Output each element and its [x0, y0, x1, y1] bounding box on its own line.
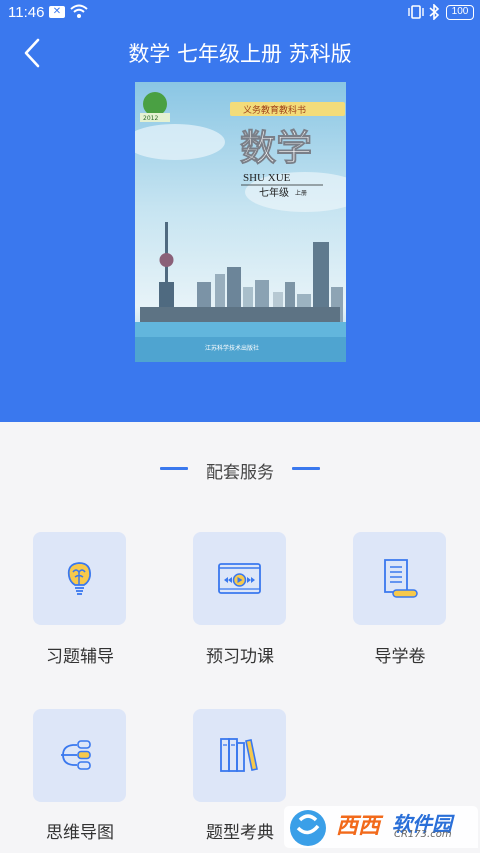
- bluetooth-icon: [429, 4, 440, 20]
- service-question-types-button[interactable]: [193, 709, 286, 802]
- status-bar: 11:46 ✕ 100: [0, 0, 480, 26]
- mind-map-icon: [61, 740, 91, 770]
- lightbulb-brain-icon: [67, 562, 91, 595]
- cover-grade: 七年级: [259, 186, 289, 199]
- video-player-icon: [218, 563, 261, 594]
- service-exercise-help-button[interactable]: [33, 532, 126, 625]
- book-cover-art: 义务教育教科书 2012 数学 SHU XUE 七年级 上册 江苏科学技术出版社: [135, 82, 346, 362]
- service-mind-map-button[interactable]: [33, 709, 126, 802]
- cover-logo-label: 2012: [143, 115, 158, 122]
- service-label: 导学卷: [374, 647, 426, 667]
- page-title: 数学 七年级上册 苏科版: [128, 42, 352, 66]
- header: 11:46 ✕ 100 数学 七年级上册 苏科版 义务教育教科书 2012 数学…: [0, 0, 480, 422]
- vibrate-icon: [408, 5, 424, 19]
- cover-series-label: 义务教育教科书: [243, 104, 306, 116]
- cover-pinyin: SHU XUE: [243, 172, 291, 184]
- books-icon: [220, 738, 258, 772]
- wifi-icon: [70, 4, 88, 18]
- cover-volume: 上册: [295, 189, 307, 197]
- notification-icon: ✕: [49, 6, 65, 18]
- watermark-url: CR173.com: [394, 829, 452, 840]
- section-divider-right: [292, 467, 320, 470]
- cover-subject: 数学: [240, 127, 312, 169]
- service-preview-lesson-button[interactable]: [193, 532, 286, 625]
- service-label: 习题辅导: [46, 647, 114, 667]
- service-label: 预习功课: [206, 647, 274, 667]
- cover-publisher: 江苏科学技术出版社: [205, 344, 259, 352]
- service-study-guide-button[interactable]: [353, 532, 446, 625]
- document-scroll-icon: [384, 559, 418, 598]
- service-label: 思维导图: [46, 823, 114, 843]
- battery-indicator: 100: [446, 5, 474, 20]
- section-title: 配套服务: [206, 463, 274, 483]
- watermark-brand-a: 西西: [336, 814, 381, 839]
- status-time: 11:46: [8, 4, 45, 21]
- book-cover: 义务教育教科书 2012 数学 SHU XUE 七年级 上册 江苏科学技术出版社: [135, 82, 346, 362]
